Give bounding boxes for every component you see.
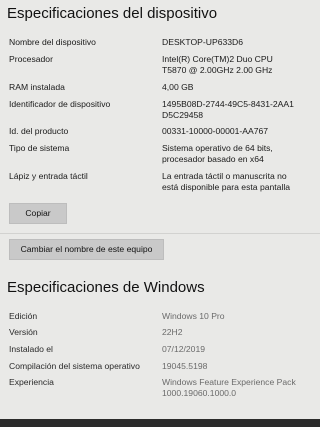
spec-label: Identificador de dispositivo	[9, 99, 111, 109]
spec-value-line: Intel(R) Core(TM)2 Duo CPU	[162, 54, 273, 64]
device-specs-title: Especificaciones del dispositivo	[7, 5, 218, 22]
spec-label: Lápiz y entrada táctil	[9, 171, 88, 181]
spec-value-line: 19045.5198	[162, 361, 208, 371]
system-about-page: Especificaciones del dispositivo Nombre …	[0, 0, 320, 427]
spec-value-line: D5C29458	[162, 110, 204, 120]
spec-label: Instalado el	[9, 344, 53, 354]
spec-value-line: 22H2	[162, 327, 183, 337]
spec-value-line: Sistema operativo de 64 bits,	[162, 143, 273, 153]
spec-value: 07/12/2019	[162, 344, 312, 355]
taskbar	[0, 419, 320, 427]
spec-value-line: 1000.19060.1000.0	[162, 388, 237, 398]
spec-value-line: 07/12/2019	[162, 344, 206, 354]
spec-label: Tipo de sistema	[9, 143, 70, 153]
spec-label: Edición	[9, 311, 38, 321]
spec-label: Id. del producto	[9, 126, 69, 136]
spec-value: Intel(R) Core(TM)2 Duo CPU T5870 @ 2.00GH…	[162, 54, 312, 76]
spec-value-line: La entrada táctil o manuscrita no	[162, 171, 287, 181]
spec-label: RAM instalada	[9, 82, 65, 92]
spec-value: Sistema operativo de 64 bits, procesador …	[162, 143, 312, 165]
spec-label: Nombre del dispositivo	[9, 37, 96, 47]
spec-value: 22H2	[162, 327, 312, 338]
spec-value-line: Windows 10 Pro	[162, 311, 225, 321]
spec-label: Compilación del sistema operativo	[9, 361, 140, 371]
spec-value: Windows Feature Experience Pack 1000.1906…	[162, 377, 312, 399]
spec-value: 19045.5198	[162, 361, 312, 372]
spec-label: Procesador	[9, 54, 53, 64]
spec-value: DESKTOP-UP633D6	[162, 37, 312, 48]
spec-value-line: está disponible para esta pantalla	[162, 182, 291, 192]
spec-label: Versión	[9, 327, 38, 337]
spec-value-line: 1495B08D-2744-49C5-8431-2AA1	[162, 99, 294, 109]
spec-value-line: 4,00 GB	[162, 82, 194, 92]
spec-value: La entrada táctil o manuscrita no está di…	[162, 171, 312, 193]
copy-button[interactable]: Copiar	[9, 203, 67, 224]
spec-value-line: DESKTOP-UP633D6	[162, 37, 244, 47]
spec-value-line: 00331-10000-00001-AA767	[162, 126, 269, 136]
spec-label: Experiencia	[9, 377, 54, 387]
rename-pc-button[interactable]: Cambiar el nombre de este equipo	[9, 239, 164, 260]
spec-value-line: T5870 @ 2.00GHz 2.00 GHz	[162, 65, 273, 75]
spec-value: 00331-10000-00001-AA767	[162, 126, 312, 137]
section-divider	[0, 233, 320, 234]
spec-value: Windows 10 Pro	[162, 311, 312, 322]
spec-value: 4,00 GB	[162, 82, 312, 93]
spec-value-line: procesador basado en x64	[162, 154, 264, 164]
spec-value: 1495B08D-2744-49C5-8431-2AA1 D5C29458	[162, 99, 312, 121]
windows-specs-title: Especificaciones de Windows	[7, 279, 205, 296]
spec-value-line: Windows Feature Experience Pack	[162, 377, 296, 387]
